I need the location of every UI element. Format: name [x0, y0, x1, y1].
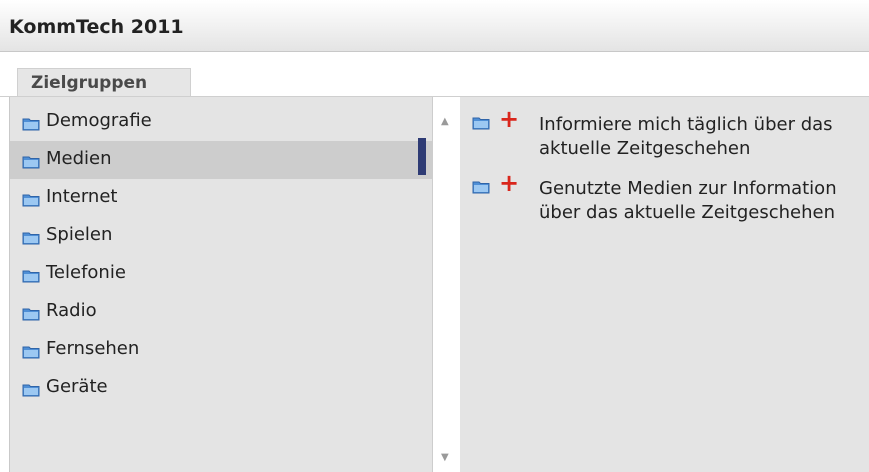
tab-strip: Zielgruppen	[0, 52, 869, 97]
folder-icon	[22, 192, 40, 207]
variable-item[interactable]: + Genutzte Medien zur Information über da…	[472, 169, 867, 249]
variable-list: + Informiere mich täglich über das aktuel…	[460, 97, 869, 472]
category-item[interactable]: Spielen	[10, 217, 432, 255]
folder-icon	[472, 179, 490, 194]
app-title: KommTech 2011	[9, 16, 184, 38]
folder-icon	[22, 306, 40, 321]
folder-icon	[22, 382, 40, 397]
scrollbar-thumb[interactable]	[418, 138, 426, 175]
folder-icon	[22, 268, 40, 283]
add-icon[interactable]: +	[499, 171, 519, 195]
folder-icon	[22, 116, 40, 131]
category-item[interactable]: Telefonie	[10, 255, 432, 293]
category-label: Telefonie	[46, 262, 126, 283]
category-label: Medien	[46, 148, 112, 169]
variable-label: Informiere mich täglich über das aktuell…	[539, 114, 833, 159]
category-item[interactable]: Demografie	[10, 103, 432, 141]
scroll-up-arrow[interactable]: ▲	[441, 116, 449, 127]
category-item[interactable]: Radio	[10, 293, 432, 331]
tab-zielgruppen[interactable]: Zielgruppen	[17, 68, 191, 96]
variable-item[interactable]: + Informiere mich täglich über das aktuel…	[472, 105, 867, 161]
folder-icon	[22, 154, 40, 169]
category-item[interactable]: Fernsehen	[10, 331, 432, 369]
category-list: Demografie Medien Internet Spielen Telefonie…	[9, 97, 433, 472]
category-item[interactable]: Geräte	[10, 369, 432, 407]
category-label: Fernsehen	[46, 338, 140, 359]
tab-label: Zielgruppen	[31, 73, 148, 93]
pane-divider	[432, 97, 433, 472]
folder-icon	[472, 115, 490, 130]
scroll-down-arrow[interactable]: ▼	[441, 452, 449, 463]
folder-icon	[22, 230, 40, 245]
add-icon[interactable]: +	[499, 107, 519, 131]
category-item[interactable]: Medien	[10, 141, 432, 179]
category-item[interactable]: Internet	[10, 179, 432, 217]
folder-icon	[22, 344, 40, 359]
category-label: Geräte	[46, 376, 108, 397]
category-label: Radio	[46, 300, 97, 321]
category-label: Internet	[46, 186, 118, 207]
category-label: Demografie	[46, 110, 152, 131]
app-header: KommTech 2011	[0, 0, 869, 52]
category-label: Spielen	[46, 224, 113, 245]
variable-label: Genutzte Medien zur Information über das…	[539, 178, 837, 223]
